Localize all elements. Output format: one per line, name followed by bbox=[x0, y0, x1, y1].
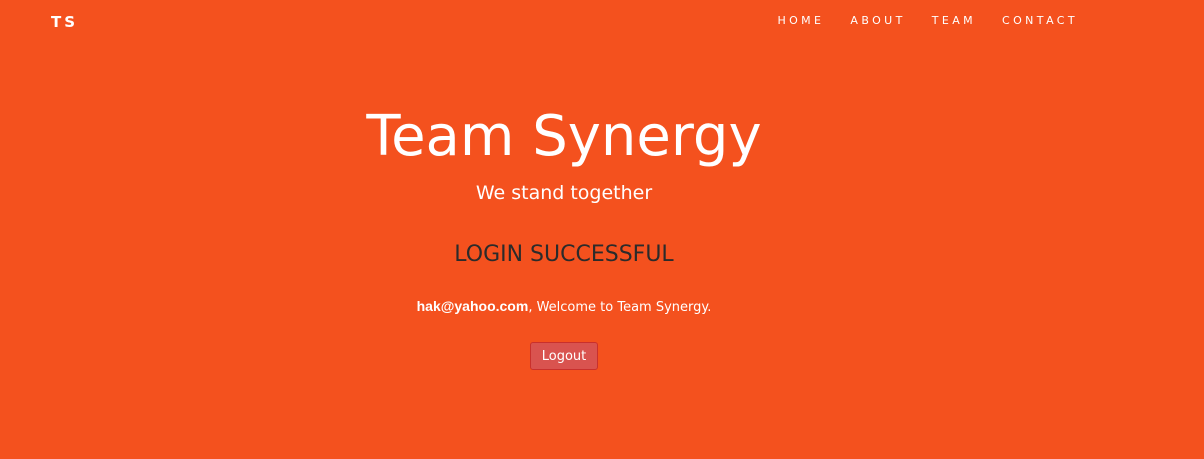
logout-button[interactable]: Logout bbox=[530, 342, 598, 370]
nav-link-team[interactable]: TEAM bbox=[932, 14, 976, 27]
welcome-text: , Welcome to Team Synergy. bbox=[528, 300, 712, 315]
user-email: hak@yahoo.com bbox=[416, 298, 529, 314]
nav-link-about[interactable]: ABOUT bbox=[850, 14, 905, 27]
navbar: TS HOME ABOUT TEAM CONTACT bbox=[0, 0, 1204, 44]
nav-links: HOME ABOUT TEAM CONTACT bbox=[751, 14, 1078, 27]
nav-link-home[interactable]: HOME bbox=[777, 14, 824, 27]
page-title: Team Synergy bbox=[366, 104, 762, 169]
brand-logo-link[interactable]: TS bbox=[51, 13, 78, 31]
page-subtitle: We stand together bbox=[475, 182, 653, 204]
welcome-message: hak@yahoo.com, Welcome to Team Synergy. bbox=[0, 298, 1128, 315]
nav-link-contact[interactable]: CONTACT bbox=[1002, 14, 1078, 27]
login-status-heading: LOGIN SUCCESSFUL bbox=[454, 242, 674, 267]
